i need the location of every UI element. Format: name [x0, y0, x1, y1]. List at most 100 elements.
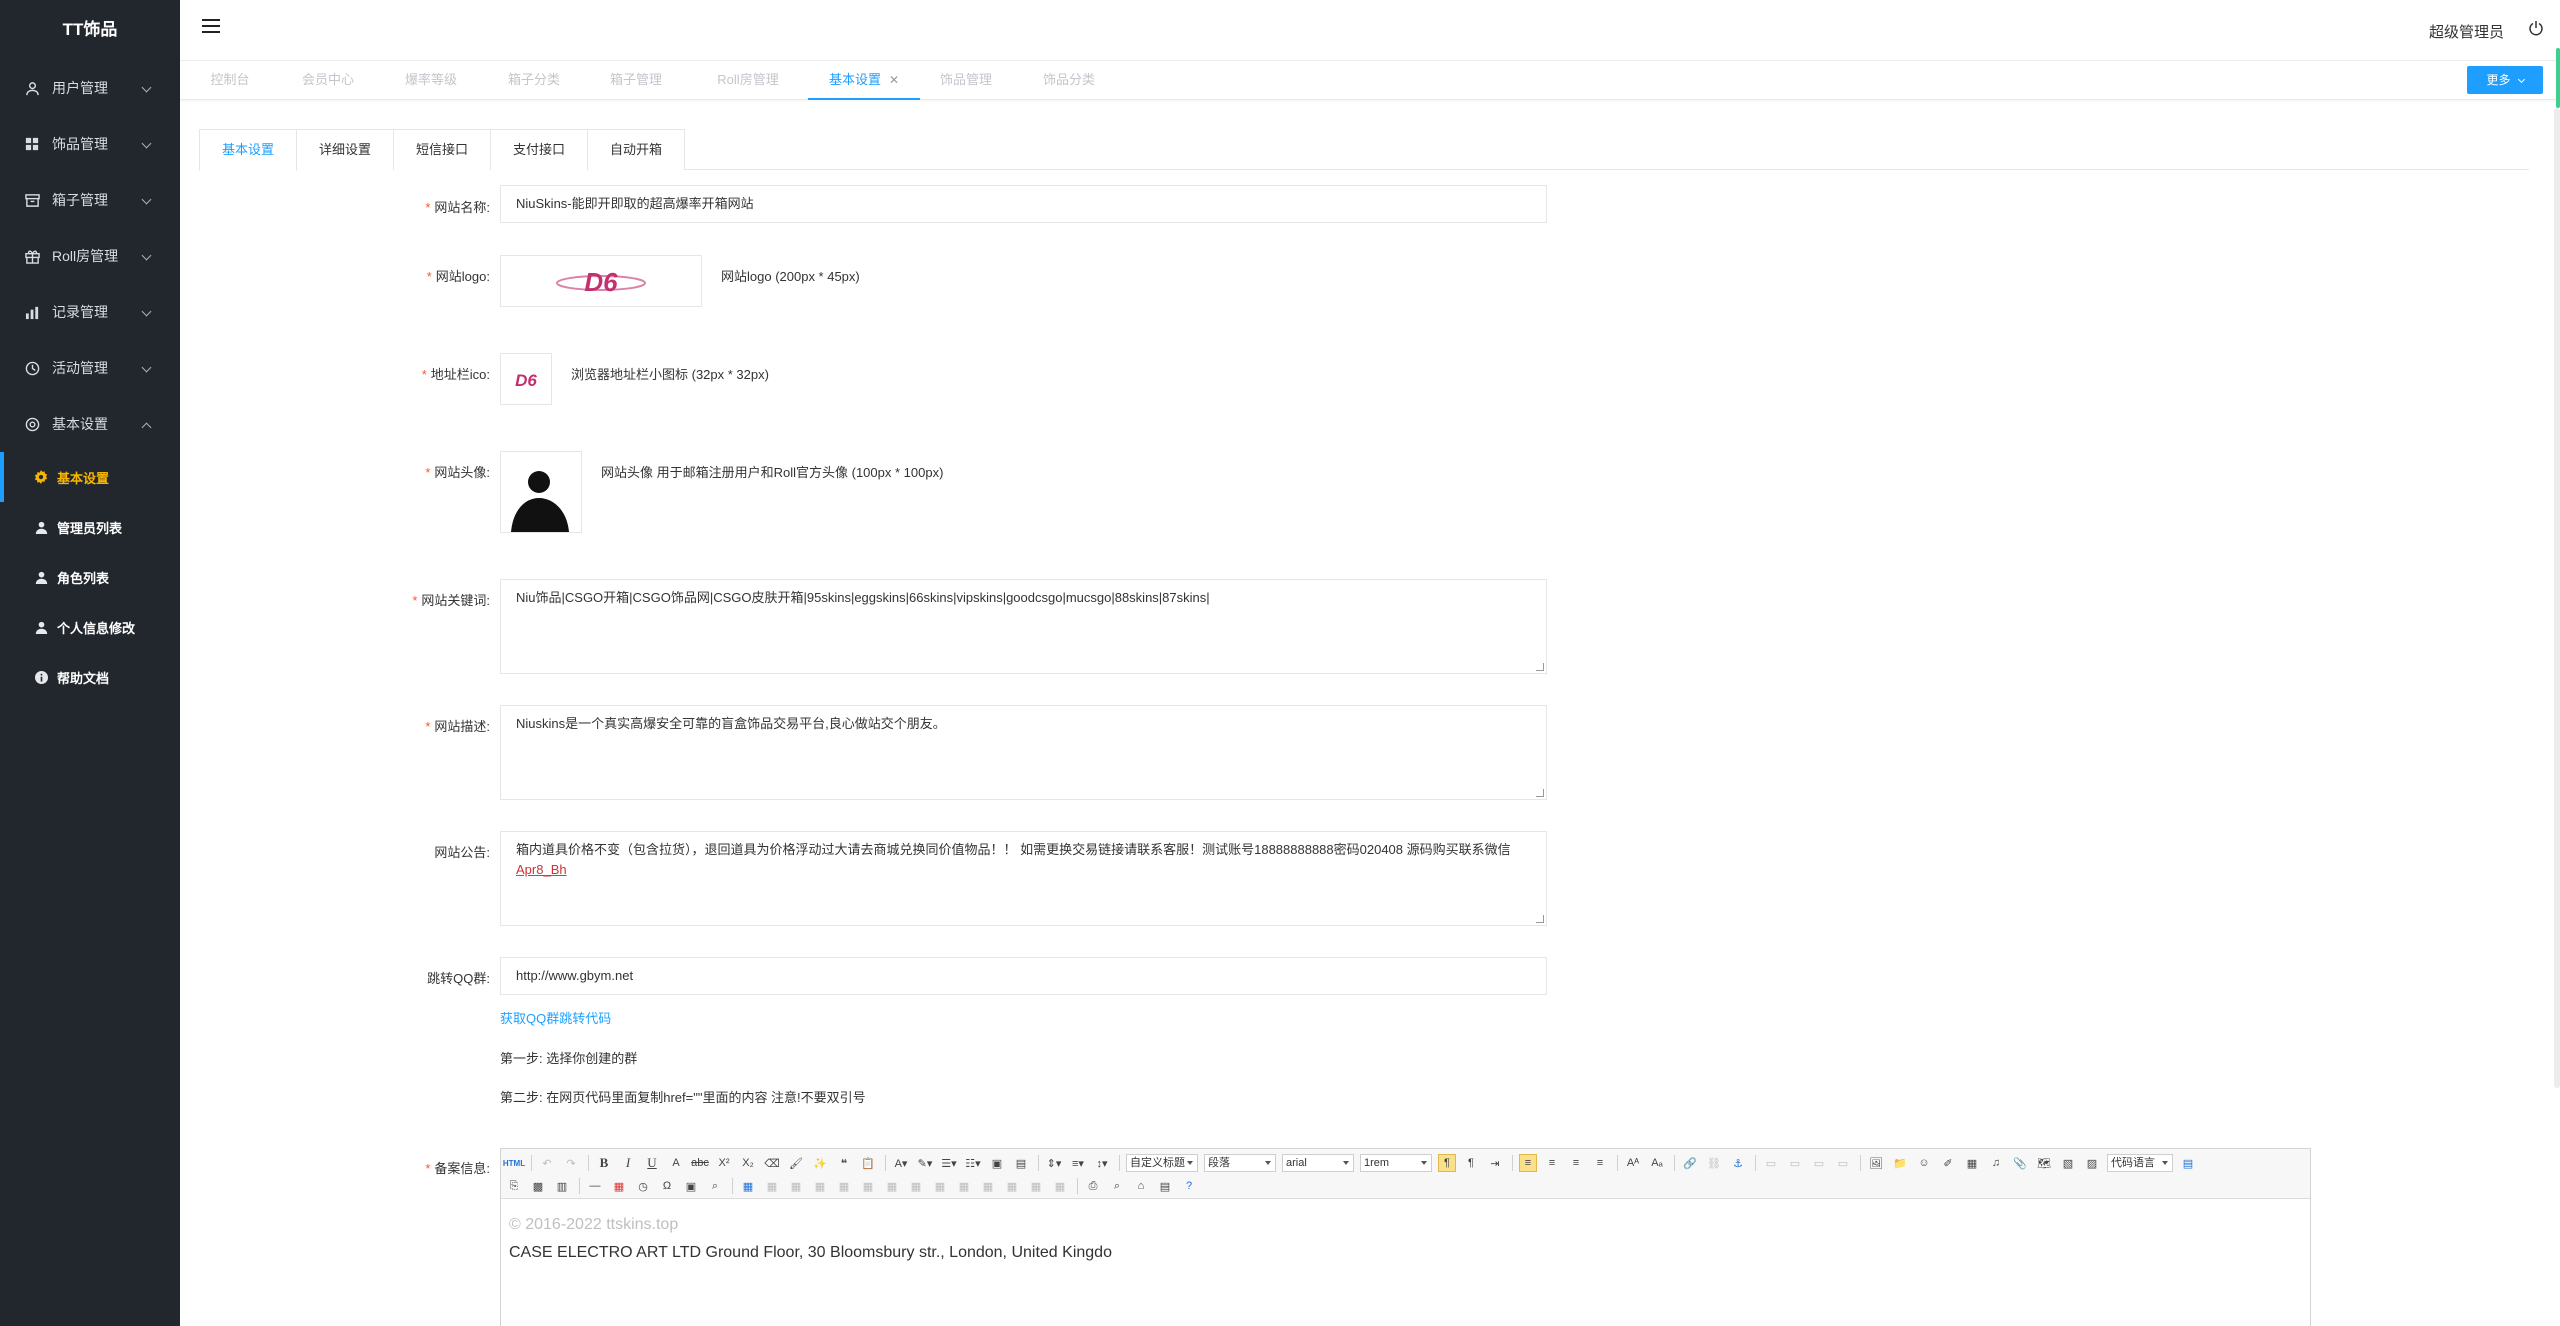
- align-right-icon[interactable]: ≡: [1567, 1154, 1585, 1172]
- delete-table-icon[interactable]: ▦: [763, 1177, 781, 1195]
- html-source-icon[interactable]: HTML: [503, 1154, 525, 1172]
- description-textarea[interactable]: Niuskins是一个真实高爆安全可靠的盲盒饰品交易平台,良心做站交个朋友。: [500, 705, 1547, 800]
- tab-box-category[interactable]: 箱子分类: [498, 61, 570, 100]
- insert-paragraph-before-table-icon[interactable]: ▦: [787, 1177, 805, 1195]
- horizontal-rule-icon[interactable]: —: [586, 1177, 604, 1195]
- insert-image-icon[interactable]: 📁: [1891, 1154, 1909, 1172]
- background-icon[interactable]: ▩: [529, 1177, 547, 1195]
- keywords-textarea[interactable]: Niu饰品|CSGO开箱|CSGO饰品网|CSGO皮肤开箱|95skins|eg…: [500, 579, 1547, 674]
- scrawl-icon[interactable]: ✐: [1939, 1154, 1957, 1172]
- merge-cells-icon[interactable]: ▦: [907, 1177, 925, 1195]
- select-all-icon[interactable]: ▣: [988, 1154, 1006, 1172]
- paragraph-format-select[interactable]: 段落: [1204, 1154, 1276, 1172]
- superscript-icon[interactable]: X²: [715, 1154, 733, 1172]
- drafts-icon[interactable]: ⌂: [1132, 1177, 1150, 1195]
- tab-member-center[interactable]: 会员中心: [292, 61, 364, 100]
- font-color-icon[interactable]: A▾: [892, 1154, 910, 1172]
- resize-handle-icon[interactable]: [1536, 915, 1544, 923]
- auto-format-icon[interactable]: ✨: [811, 1154, 829, 1172]
- admin-name[interactable]: 超级管理员: [2429, 21, 2504, 42]
- link-icon[interactable]: 🔗: [1681, 1154, 1699, 1172]
- lowercase-icon[interactable]: Aₐ: [1648, 1154, 1666, 1172]
- qq-code-link[interactable]: 获取QQ群跳转代码: [500, 1008, 611, 1027]
- undo-icon[interactable]: ↶: [538, 1154, 556, 1172]
- uppercase-icon[interactable]: Aᴬ: [1624, 1154, 1642, 1172]
- tab-roll-management[interactable]: Roll房管理: [703, 61, 793, 100]
- menu-basic-settings[interactable]: 基本设置: [0, 396, 180, 452]
- wordimage-icon[interactable]: ▥: [553, 1177, 571, 1195]
- font-border-icon[interactable]: A: [667, 1154, 685, 1172]
- image-center-icon[interactable]: ▭: [1834, 1154, 1852, 1172]
- time-icon[interactable]: ◷: [634, 1177, 652, 1195]
- tab-auto-open[interactable]: 自动开箱: [587, 129, 685, 170]
- split-rows-icon[interactable]: ▦: [1003, 1177, 1021, 1195]
- split-cols-icon[interactable]: ▦: [1027, 1177, 1045, 1195]
- font-size-select[interactable]: 1rem: [1360, 1154, 1432, 1172]
- simple-upload-icon[interactable]: 🖼: [1867, 1154, 1885, 1172]
- menu-user-management[interactable]: 用户管理: [0, 60, 180, 116]
- submenu-basic-settings[interactable]: 基本设置: [0, 452, 180, 502]
- snapscreen-icon[interactable]: ▣: [682, 1177, 700, 1195]
- print-icon[interactable]: ⎙: [1084, 1177, 1102, 1195]
- strikethrough-icon[interactable]: abc: [691, 1154, 709, 1172]
- heading-style-select[interactable]: 自定义标题: [1126, 1154, 1198, 1172]
- special-chars-icon[interactable]: Ω: [658, 1177, 676, 1195]
- insert-frame-icon[interactable]: ▨: [2083, 1154, 2101, 1172]
- anchor-icon[interactable]: ⚓: [1729, 1154, 1747, 1172]
- subscript-icon[interactable]: X₂: [739, 1154, 757, 1172]
- page-break-icon[interactable]: ⎘: [505, 1177, 523, 1195]
- tab-detail[interactable]: 详细设置: [296, 129, 394, 170]
- word-count-icon[interactable]: ▤: [1156, 1177, 1174, 1195]
- resize-handle-icon[interactable]: [1536, 789, 1544, 797]
- more-button[interactable]: 更多: [2467, 66, 2543, 94]
- preview-icon[interactable]: ⌕: [1108, 1177, 1126, 1195]
- qq-group-input[interactable]: http://www.gbym.net: [500, 957, 1547, 995]
- resize-handle-icon[interactable]: [1536, 663, 1544, 671]
- font-family-select[interactable]: arial: [1282, 1154, 1354, 1172]
- paste-plain-icon[interactable]: 📋: [859, 1154, 877, 1172]
- paragraph-spacing-icon[interactable]: ⇕▾: [1045, 1154, 1063, 1172]
- submenu-help-docs[interactable]: 帮助文档: [0, 652, 180, 702]
- help-icon[interactable]: ?: [1180, 1177, 1198, 1195]
- menu-record-management[interactable]: 记录管理: [0, 284, 180, 340]
- line-height-icon[interactable]: ↕▾: [1093, 1154, 1111, 1172]
- menu-skin-management[interactable]: 饰品管理: [0, 116, 180, 172]
- tab-skin-management[interactable]: 饰品管理: [930, 61, 1002, 100]
- italic-icon[interactable]: I: [619, 1154, 637, 1172]
- date-icon[interactable]: ▦: [610, 1177, 628, 1195]
- image-none-icon[interactable]: ▭: [1762, 1154, 1780, 1172]
- highlight-icon[interactable]: ✎▾: [916, 1154, 934, 1172]
- delete-col-icon[interactable]: ▦: [883, 1177, 901, 1195]
- align-left-icon[interactable]: ≡: [1519, 1154, 1537, 1172]
- unlink-icon[interactable]: ⛓: [1705, 1154, 1723, 1172]
- tab-basic[interactable]: 基本设置: [199, 129, 297, 171]
- row-spacing-icon[interactable]: ≡▾: [1069, 1154, 1087, 1172]
- blockquote-icon[interactable]: ❝: [835, 1154, 853, 1172]
- submenu-profile-edit[interactable]: 个人信息修改: [0, 602, 180, 652]
- clear-doc-icon[interactable]: ▤: [1012, 1154, 1030, 1172]
- tab-drop-rate-level[interactable]: 爆率等级: [395, 61, 467, 100]
- gmap-icon[interactable]: ▧: [2059, 1154, 2077, 1172]
- eraser-icon[interactable]: ⌫: [763, 1154, 781, 1172]
- submenu-admin-list[interactable]: 管理员列表: [0, 502, 180, 552]
- attachment-icon[interactable]: 📎: [2011, 1154, 2029, 1172]
- merge-right-icon[interactable]: ▦: [931, 1177, 949, 1195]
- menu-roll-management[interactable]: Roll房管理: [0, 228, 180, 284]
- redo-icon[interactable]: ↷: [562, 1154, 580, 1172]
- notice-textarea[interactable]: 箱内道具价格不变（包含拉货），退回道具为价格浮动过大请去商城兑换同价值物品！！ …: [500, 831, 1547, 926]
- insert-video-icon[interactable]: ▦: [1963, 1154, 1981, 1172]
- ordered-list-icon[interactable]: ☰▾: [940, 1154, 958, 1172]
- rich-text-editor[interactable]: HTML ↶ ↷ B I U A abc X² X₂ ⌫ 🖌 ✨ ❝ 📋 A▾ …: [500, 1148, 2311, 1326]
- submenu-role-list[interactable]: 角色列表: [0, 552, 180, 602]
- menu-activity-management[interactable]: 活动管理: [0, 340, 180, 396]
- split-cells-icon[interactable]: ▦: [979, 1177, 997, 1195]
- tab-basic-settings[interactable]: 基本设置 ✕: [808, 61, 920, 100]
- ltr-icon[interactable]: ¶: [1438, 1154, 1456, 1172]
- tab-skin-category[interactable]: 饰品分类: [1033, 61, 1105, 100]
- avatar-upload[interactable]: [500, 451, 582, 533]
- tab-sms-api[interactable]: 短信接口: [393, 129, 491, 170]
- editor-content[interactable]: © 2016-2022 ttskins.top CASE ELECTRO ART…: [501, 1199, 2310, 1279]
- format-brush-icon[interactable]: 🖌: [787, 1154, 805, 1172]
- insert-table-icon[interactable]: ▦: [739, 1177, 757, 1195]
- emotion-icon[interactable]: ☺: [1915, 1154, 1933, 1172]
